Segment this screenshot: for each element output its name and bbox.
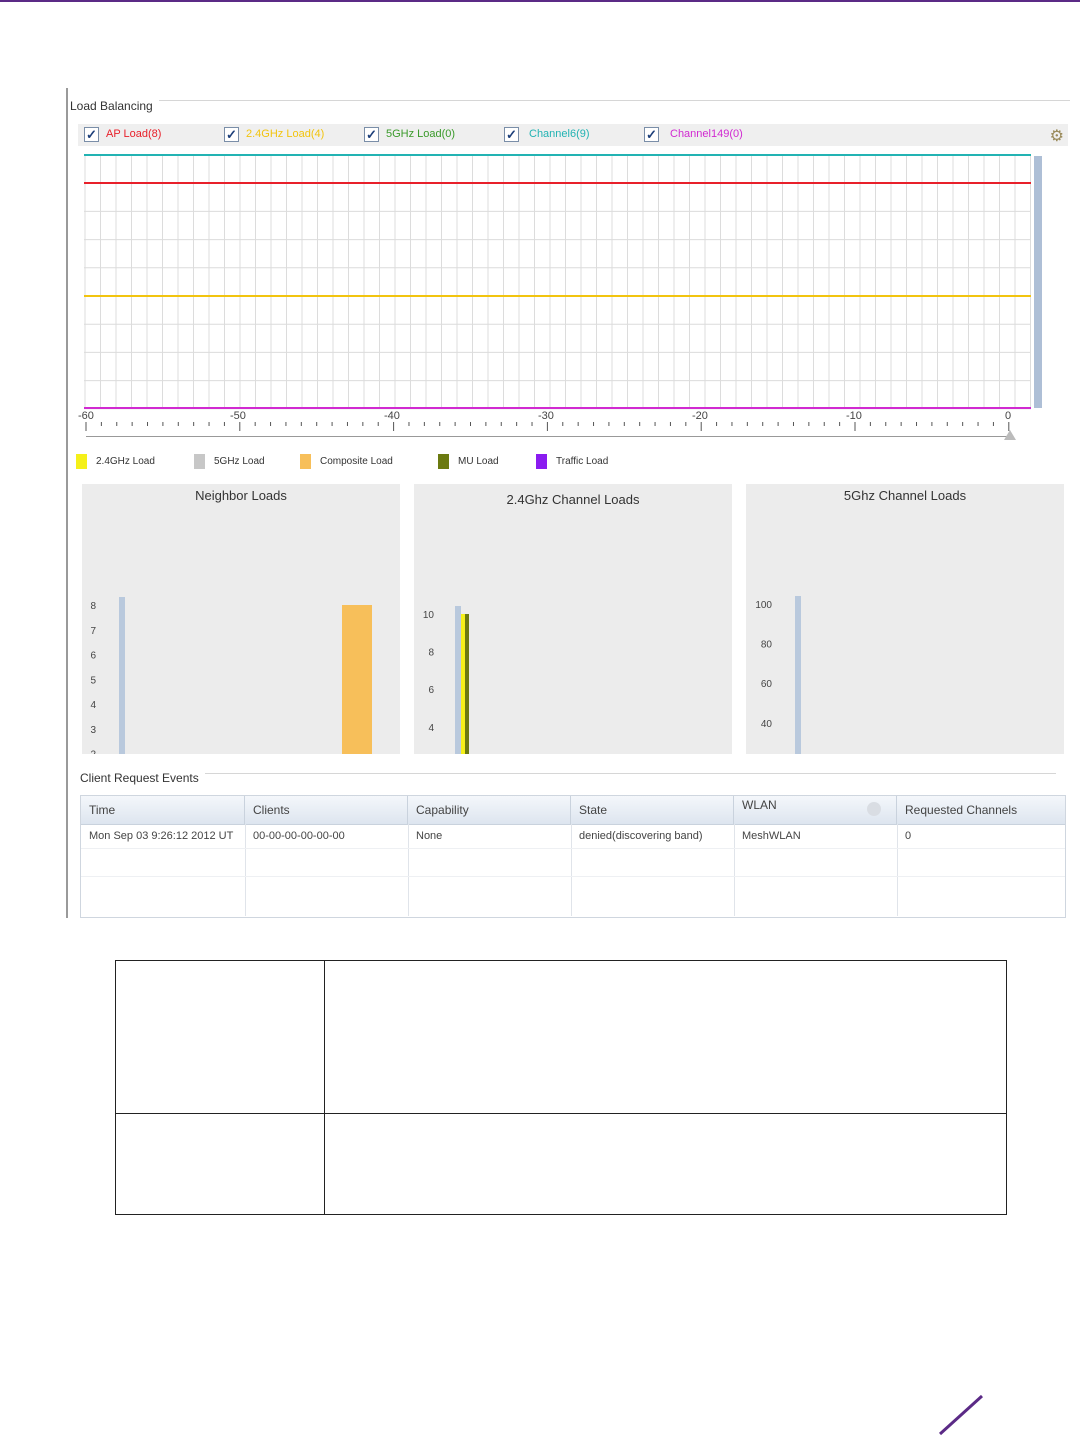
column-filter-icon[interactable] (867, 802, 881, 816)
table-divider (324, 961, 325, 1214)
y-axis (119, 597, 125, 754)
corner-slash-mark (938, 1394, 984, 1436)
2ghz-load-checkbox[interactable]: ✓ (224, 127, 239, 142)
y-tick-label: 60 (761, 679, 773, 690)
y-tick-label: 80 (761, 640, 773, 651)
legend-label: 2.4GHz Load (96, 456, 155, 467)
5ghz-channel-loads-panel: 02040608010044149 5Ghz Channel Loads (746, 484, 1064, 754)
load-history-grid (84, 154, 1031, 410)
x-tick-label: -40 (384, 410, 400, 422)
legend-swatch (438, 454, 449, 469)
x-tick-label: 0 (1005, 410, 1012, 422)
row-stripe (81, 876, 1065, 877)
y-tick-label: 4 (90, 700, 96, 711)
y-tick-label: 6 (428, 685, 434, 696)
2ghz-channel-loads-title: 2.4Ghz Channel Loads (506, 492, 640, 507)
legend-label: 5GHz Load (214, 456, 265, 467)
cell-capability: None (416, 830, 443, 842)
y-tick-label: 8 (90, 601, 96, 612)
load-balancing-title: Load Balancing (70, 99, 159, 113)
column-header-capability[interactable]: Capability (408, 796, 571, 824)
legend-label: Composite Load (320, 456, 393, 467)
bar (461, 614, 465, 754)
channel6-label: Channel6(9) (529, 128, 590, 140)
cell-requested-channels: 0 (905, 830, 912, 842)
2ghz-load-line (84, 295, 1031, 297)
bar (342, 605, 372, 754)
channel149-label: Channel149(0) (670, 128, 743, 140)
time-slider-thumb[interactable] (1004, 430, 1016, 440)
client-request-events-table: Time Clients Capability State WLAN Reque… (80, 795, 1066, 918)
channel6-line (84, 154, 1031, 156)
legend-swatch (300, 454, 311, 469)
channel149-checkbox[interactable]: ✓ (644, 127, 659, 142)
x-tick-label: -60 (78, 410, 94, 422)
column-header-time[interactable]: Time (81, 796, 245, 824)
scrollbar[interactable] (1034, 156, 1042, 408)
y-axis (455, 606, 461, 754)
y-tick-label: 5 (90, 675, 96, 686)
legend-label: MU Load (458, 456, 499, 467)
y-tick-label: 2 (90, 750, 96, 755)
legend-label: Traffic Load (556, 456, 609, 467)
neighbor-loads-chart: 0123456785C-0E-8B-0E-3C-4000-00-00-00-00… (90, 597, 372, 755)
5ghz-load-checkbox[interactable]: ✓ (364, 127, 379, 142)
x-tick-label: -50 (230, 410, 246, 422)
5ghz-channel-loads-chart: 02040608010044149 (755, 596, 801, 754)
x-tick-label: -30 (538, 410, 554, 422)
column-header-requested-channels[interactable]: Requested Channels (897, 796, 1065, 824)
y-axis (795, 596, 801, 754)
x-tick-label: -20 (692, 410, 708, 422)
ap-load-label: AP Load(8) (106, 128, 162, 140)
fieldset-divider (70, 100, 1070, 101)
legend-swatch (536, 454, 547, 469)
cell-time: Mon Sep 03 9:26:12 2012 UT (89, 830, 234, 842)
channel149-line (84, 407, 1031, 409)
y-tick-label: 10 (423, 610, 435, 621)
time-slider-track[interactable] (86, 436, 1009, 437)
neighbor-loads-panel: 0123456785C-0E-8B-0E-3C-4000-00-00-00-00… (82, 484, 400, 754)
neighbor-loads-title: Neighbor Loads (195, 488, 287, 503)
5ghz-channel-loads-title: 5Ghz Channel Loads (843, 488, 967, 503)
load-balancing-screen: Load Balancing ✓ AP Load(8) ✓ 2.4GHz Loa… (66, 88, 1074, 918)
column-header-state[interactable]: State (571, 796, 734, 824)
y-tick-label: 3 (90, 725, 96, 736)
2ghz-load-label: 2.4GHz Load(4) (246, 128, 325, 140)
table-header: Time Clients Capability State WLAN Reque… (81, 796, 1065, 825)
ap-load-line (84, 182, 1031, 184)
cell-clients: 00-00-00-00-00-00 (253, 830, 345, 842)
time-ruler (85, 422, 1010, 431)
2ghz-channel-loads-chart: 024681011 (423, 606, 469, 754)
ap-load-checkbox[interactable]: ✓ (84, 127, 99, 142)
description-table (115, 960, 1007, 1215)
gear-icon[interactable]: ⚙ (1050, 126, 1064, 146)
fieldset-divider (80, 773, 1056, 774)
5ghz-load-label: 5GHz Load(0) (386, 128, 456, 140)
y-tick-label: 100 (755, 600, 772, 611)
top-accent-line (0, 0, 1080, 2)
cell-wlan: MeshWLAN (742, 830, 801, 842)
cell-state: denied(discovering band) (579, 830, 703, 842)
y-tick-label: 8 (428, 648, 434, 659)
channel6-checkbox[interactable]: ✓ (504, 127, 519, 142)
y-tick-label: 4 (428, 723, 434, 734)
column-header-clients[interactable]: Clients (245, 796, 408, 824)
legend-swatch (76, 454, 87, 469)
2ghz-channel-loads-panel: 024681011 2.4Ghz Channel Loads (414, 484, 732, 754)
row-stripe (81, 848, 1065, 849)
table-divider (116, 1113, 1006, 1114)
bar (465, 614, 469, 754)
y-tick-label: 7 (90, 626, 96, 637)
y-tick-label: 40 (761, 719, 773, 730)
series-toolbar: ✓ AP Load(8) ✓ 2.4GHz Load(4) ✓ 5GHz Loa… (78, 124, 1068, 146)
legend-swatch (194, 454, 205, 469)
y-tick-label: 6 (90, 651, 96, 662)
client-request-events-title: Client Request Events (80, 771, 205, 785)
x-tick-label: -10 (846, 410, 862, 422)
